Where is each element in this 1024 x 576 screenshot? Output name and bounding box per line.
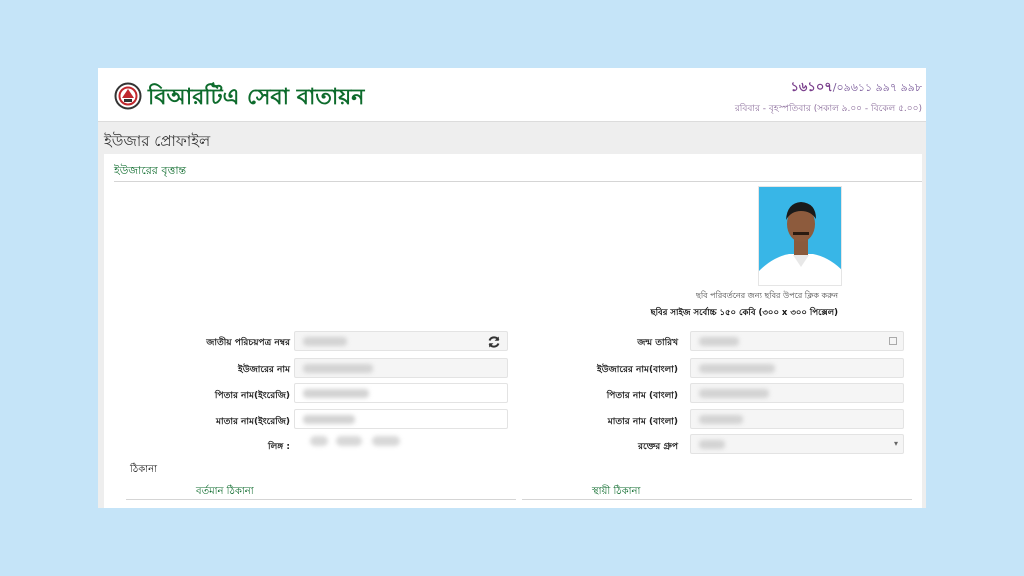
father-bn-label: পিতার নাম (বাংলা) [606,391,678,401]
address-label: ঠিকানা [130,464,157,475]
contact-info: ১৬১০৭/০৯৬১১ ৯৯৭ ৯৯৮ রবিবার - বৃহস্পতিবার… [735,78,922,116]
present-address-divider [126,499,516,500]
mother-bn-label: মাতার নাম (বাংলা) [607,417,678,427]
calendar-icon[interactable] [889,337,897,345]
phone-alt: /০৯৬১১ ৯৯৭ ৯৯৮ [832,81,922,94]
name-en-label: ইউজারের নাম [238,365,290,375]
gender-option-redacted[interactable] [336,436,362,446]
profile-photo-image [759,187,841,285]
mother-en-input[interactable] [294,409,508,429]
name-en-input[interactable] [294,358,508,378]
name-en-value-redacted [303,364,373,373]
father-en-label: পিতার নাম(ইংরেজি) [214,391,290,401]
section-divider [114,181,922,182]
mother-bn-input[interactable] [690,409,904,429]
photo-change-note: ছবি পরিবর্তনের জন্য ছবির উপরে ক্লিক করুন [696,291,838,300]
nid-input[interactable] [294,331,508,351]
photo-size-note: ছবির সাইজ সর্বোচ্চ ১৫০ কেবি (৩০০ x ৩০০ প… [650,308,838,318]
name-bn-input[interactable] [690,358,904,378]
father-bn-value-redacted [699,389,769,398]
blood-group-select[interactable]: ▾ [690,434,904,454]
profile-card: ইউজারের বৃত্তান্ত ছবি পরিবর্তনের জন্য ছব… [104,154,922,508]
nid-value-redacted [303,337,347,346]
father-en-value-redacted [303,389,369,398]
father-en-input[interactable] [294,383,508,403]
section-title: ইউজারের বৃত্তান্ত [114,164,187,177]
chevron-down-icon: ▾ [893,439,898,448]
nid-label: জাতীয় পরিচয়পত্র নম্বর [206,338,290,348]
hotline: ১৬১০৭/০৯৬১১ ৯৯৭ ৯৯৮ [735,78,923,99]
mother-en-value-redacted [303,415,355,424]
gender-label: লিঙ্গ : [268,442,290,452]
blood-group-value-redacted [699,440,725,449]
name-bn-value-redacted [699,364,775,373]
dob-input[interactable] [690,331,904,351]
refresh-icon[interactable] [487,335,501,349]
gender-option-redacted[interactable] [310,436,328,446]
profile-photo[interactable] [758,186,842,286]
mother-en-label: মাতার নাম(ইংরেজি) [215,417,290,427]
office-hours: রবিবার - বৃহস্পতিবার (সকাল ৯.০০ - বিকেল … [734,104,922,114]
permanent-address-divider [522,499,912,500]
brta-logo-icon [114,82,142,110]
dob-value-redacted [699,337,739,346]
dob-label: জন্ম তারিখ [637,338,678,348]
site-brand[interactable]: বিআরটিএ সেবা বাতায়ন [148,80,364,117]
page-title: ইউজার প্রোফাইল [104,132,211,150]
browser-page: বিআরটিএ সেবা বাতায়ন ১৬১০৭/০৯৬১১ ৯৯৭ ৯৯৮… [98,68,926,508]
mother-bn-value-redacted [699,415,743,424]
site-header: বিআরটিএ সেবা বাতায়ন ১৬১০৭/০৯৬১১ ৯৯৭ ৯৯৮… [98,68,926,122]
gender-option-redacted[interactable] [372,436,400,446]
hotline-number: ১৬১০৭ [790,80,833,95]
father-bn-input[interactable] [690,383,904,403]
blood-group-label: রক্তের গ্রুপ [638,442,678,452]
name-bn-label: ইউজারের নাম(বাংলা) [596,365,678,375]
